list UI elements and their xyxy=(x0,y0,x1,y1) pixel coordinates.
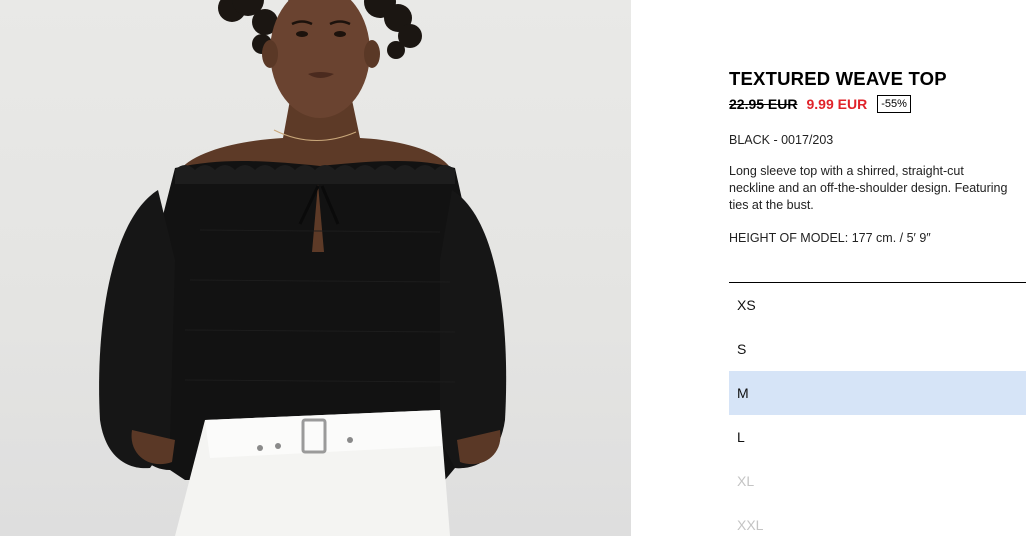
size-option-xl[interactable]: XL xyxy=(729,459,1026,503)
old-price: 22.95 EUR xyxy=(729,96,798,112)
sale-price: 9.99 EUR xyxy=(806,96,868,112)
product-title: TEXTURED WEAVE TOP xyxy=(729,68,947,89)
product-photo[interactable] xyxy=(0,0,631,536)
price-row: 22.95 EUR 9.99 EUR -55% xyxy=(729,94,911,114)
size-option-xxl[interactable]: XXL xyxy=(729,503,1026,547)
product-info-panel: TEXTURED WEAVE TOP 22.95 EUR 9.99 EUR -5… xyxy=(631,0,1026,536)
discount-badge: -55% xyxy=(877,95,911,113)
size-option-m[interactable]: M xyxy=(729,371,1026,415)
model-illustration xyxy=(99,0,507,536)
size-selector: XS S M L XL XXL xyxy=(729,283,1026,547)
product-description: Long sleeve top with a shirred, straight… xyxy=(729,164,1008,212)
model-height: HEIGHT OF MODEL: 177 cm. / 5′ 9″ xyxy=(729,231,931,245)
size-option-xs[interactable]: XS xyxy=(729,283,1026,327)
size-option-s[interactable]: S xyxy=(729,327,1026,371)
color-reference: BLACK - 0017/203 xyxy=(729,133,834,147)
size-option-l[interactable]: L xyxy=(729,415,1026,459)
